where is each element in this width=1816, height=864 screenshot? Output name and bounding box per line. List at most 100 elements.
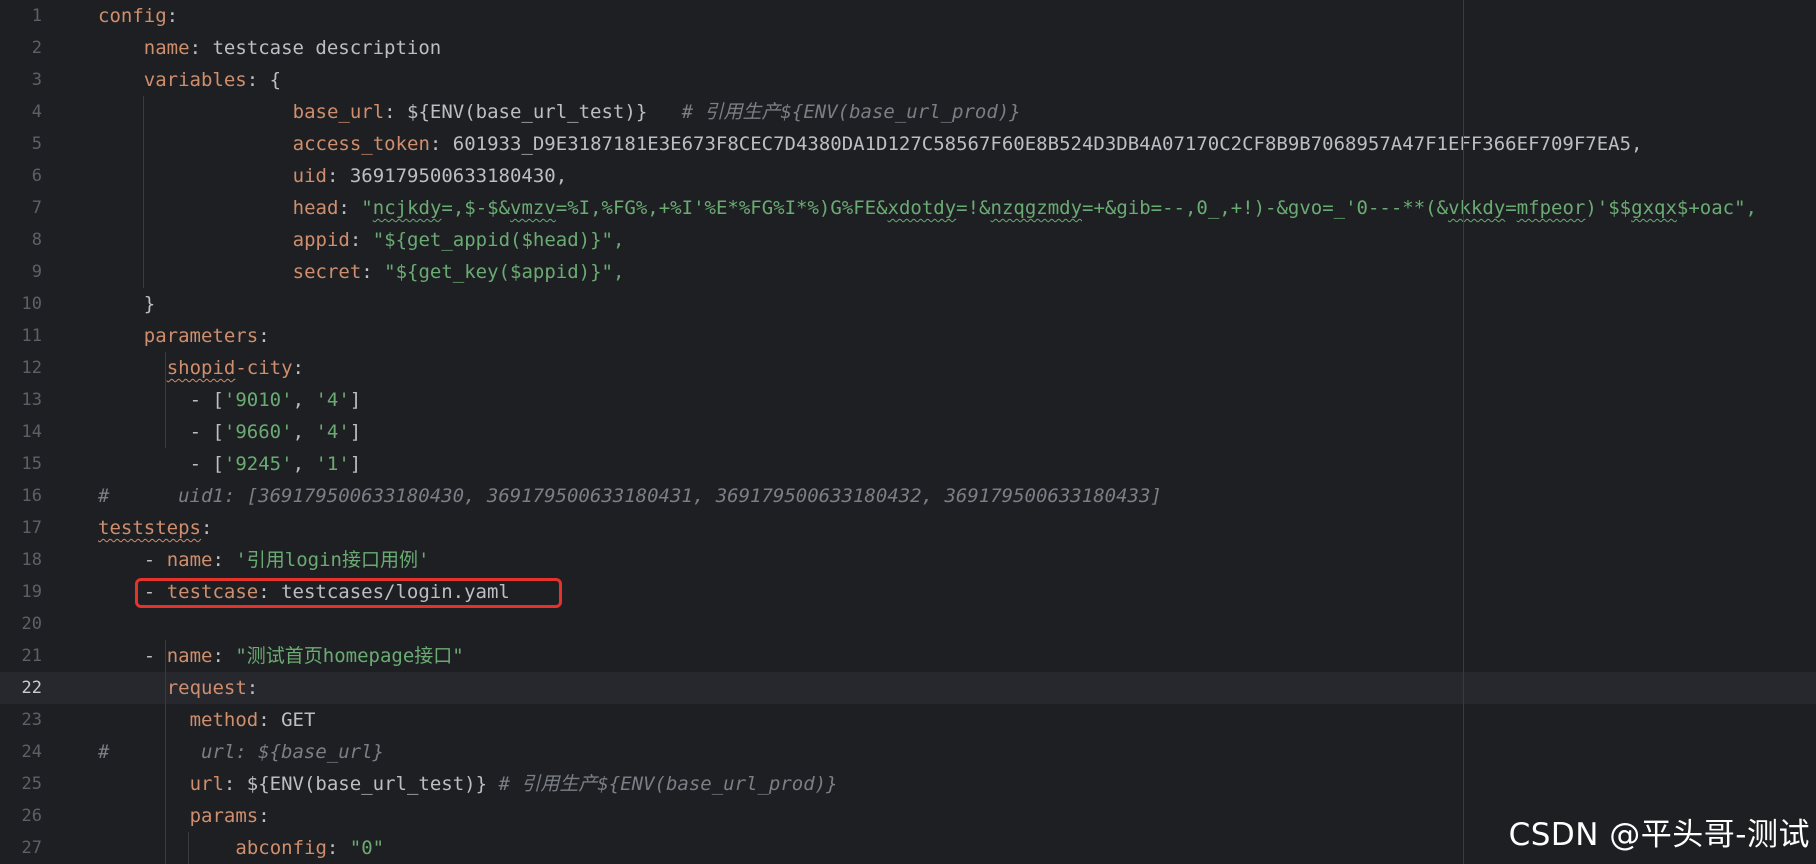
code-text[interactable]: method: GET [190,704,316,736]
code-text[interactable]: - ['9245', '1'] [190,448,362,480]
code-text[interactable]: parameters: [144,320,270,352]
code-token: "${get_appid($head)}", [372,229,625,251]
code-text[interactable]: name: testcase description [144,32,441,64]
code-line[interactable]: 11 parameters: [0,320,1816,352]
code-text[interactable]: head: "ncjkdy=,$-$&vmzv=%I,%FG%,+%I'%E*%… [293,192,1757,224]
code-line[interactable]: 13 - ['9010', '4'] [0,384,1816,416]
code-line[interactable]: 24 # url: ${base_url} [0,736,1816,768]
code-token: : [212,549,236,571]
code-token: head [292,197,339,219]
code-token: shopid [166,357,236,379]
code-token: teststeps [98,517,201,539]
code-token: : [212,645,236,667]
line-number: 11 [21,326,42,346]
code-token: : [246,677,259,699]
code-token: - [143,645,167,667]
code-text[interactable]: - ['9010', '4'] [190,384,362,416]
code-token: ] [349,389,362,411]
code-token: "测试首页homepage接口" [235,645,464,667]
code-text[interactable]: secret: "${get_key($appid)}", [293,256,625,288]
code-line[interactable]: 9 secret: "${get_key($appid)}", [0,256,1816,288]
code-line[interactable]: 10} [0,288,1816,320]
line-number: 21 [21,646,42,666]
line-number: 9 [31,262,42,282]
code-token: '4' [315,389,350,411]
code-text[interactable]: # uid1: [369179500633180430, 36917950063… [98,480,1162,512]
line-number: 12 [21,358,42,378]
code-text[interactable]: access_token: 601933_D9E3187181E3E673F8C… [293,128,1643,160]
code-token: - [ [189,453,224,475]
code-line[interactable]: 22 request: [0,672,1816,704]
code-line[interactable]: 6 uid: 369179500633180430, [0,160,1816,192]
code-line[interactable]: 18 - name: '引用login接口用例' [0,544,1816,576]
code-text[interactable]: teststeps: [98,512,212,544]
code-token: config [98,5,167,27]
code-text[interactable]: url: ${ENV(base_url_test)} # 引用生产${ENV(b… [190,768,838,800]
code-line[interactable]: 12 shopid-city: [0,352,1816,384]
code-token: : 601933_D9E3187181E3E673F8CEC7D4380DA1D… [429,133,1643,155]
code-line[interactable]: 17 teststeps: [0,512,1816,544]
indent-guide [165,640,166,864]
code-text[interactable]: appid: "${get_appid($head)}", [293,224,625,256]
code-text[interactable]: - name: '引用login接口用例' [144,544,430,576]
code-line[interactable]: 23 method: GET [0,704,1816,736]
code-token: - [ [189,389,224,411]
line-number: 2 [31,38,42,58]
line-number: 19 [21,582,42,602]
code-text[interactable]: - name: "测试首页homepage接口" [144,640,464,672]
code-line[interactable]: 5 access_token: 601933_D9E3187181E3E673F8… [0,128,1816,160]
line-number: 25 [21,774,42,794]
code-token: name [166,549,213,571]
line-number: 27 [21,838,42,858]
code-token: : 369179500633180430, [326,165,568,187]
highlight-annotation-box [135,578,562,608]
code-line[interactable]: 21 - name: "测试首页homepage接口" [0,640,1816,672]
code-line[interactable]: 25 url: ${ENV(base_url_test)} # 引用生产${ENV… [0,768,1816,800]
code-token: : GET [258,709,316,731]
code-text[interactable]: # url: ${base_url} [98,736,384,768]
line-number: 3 [31,70,42,90]
code-text[interactable]: variables: { [144,64,281,96]
line-number: 26 [21,806,42,826]
code-token: # 引用生产${ENV(base_url_prod)} [498,773,838,795]
code-token: base_url [292,101,385,123]
code-text[interactable]: request: [167,672,259,704]
code-token: abconfig [235,837,327,859]
code-editor[interactable]: 1 config: 2 name: testcase description 3 vari… [0,0,1816,864]
line-number: 4 [31,102,42,122]
line-number: 1 [31,6,42,26]
code-text[interactable]: } [144,288,155,320]
code-token: # uid1: [369179500633180430, 36917950063… [98,485,1162,507]
code-line[interactable]: 4 base_url: ${ENV(base_url_test)} # 引用生产$… [0,96,1816,128]
line-number: 23 [21,710,42,730]
code-token: parameters [143,325,259,347]
code-token: ] [349,453,362,475]
code-token: : [292,357,304,379]
code-text[interactable]: abconfig: "0" [235,832,384,864]
line-number: 10 [21,294,42,314]
code-text[interactable]: base_url: ${ENV(base_url_test)} # 引用生产${… [293,96,1021,128]
code-token: : [258,325,270,347]
code-line[interactable]: 7 head: "ncjkdy=,$-$&vmzv=%I,%FG%,+%I'%E*… [0,192,1816,224]
code-token: : ${ENV(base_url_test)} [384,101,682,123]
code-line[interactable]: 16 # uid1: [369179500633180430, 369179500… [0,480,1816,512]
code-text[interactable]: - ['9660', '4'] [190,416,362,448]
code-text[interactable]: uid: 369179500633180430, [293,160,568,192]
code-token: -city [235,357,293,379]
code-line[interactable]: 14 - ['9660', '4'] [0,416,1816,448]
code-text[interactable]: params: [190,800,270,832]
code-line[interactable]: 3 variables: { [0,64,1816,96]
code-token: - [143,549,167,571]
code-text[interactable]: shopid-city: [167,352,304,384]
code-token: '1' [315,453,350,475]
code-text[interactable]: config: [98,0,178,32]
line-number: 18 [21,550,42,570]
code-line[interactable]: 1 config: [0,0,1816,32]
code-line[interactable]: 8 appid: "${get_appid($head)}", [0,224,1816,256]
code-token: : [258,805,270,827]
line-number: 15 [21,454,42,474]
code-line[interactable]: 15 - ['9245', '1'] [0,448,1816,480]
code-line[interactable]: 2 name: testcase description [0,32,1816,64]
code-line[interactable]: 20 [0,608,1816,640]
code-token: : [349,229,373,251]
